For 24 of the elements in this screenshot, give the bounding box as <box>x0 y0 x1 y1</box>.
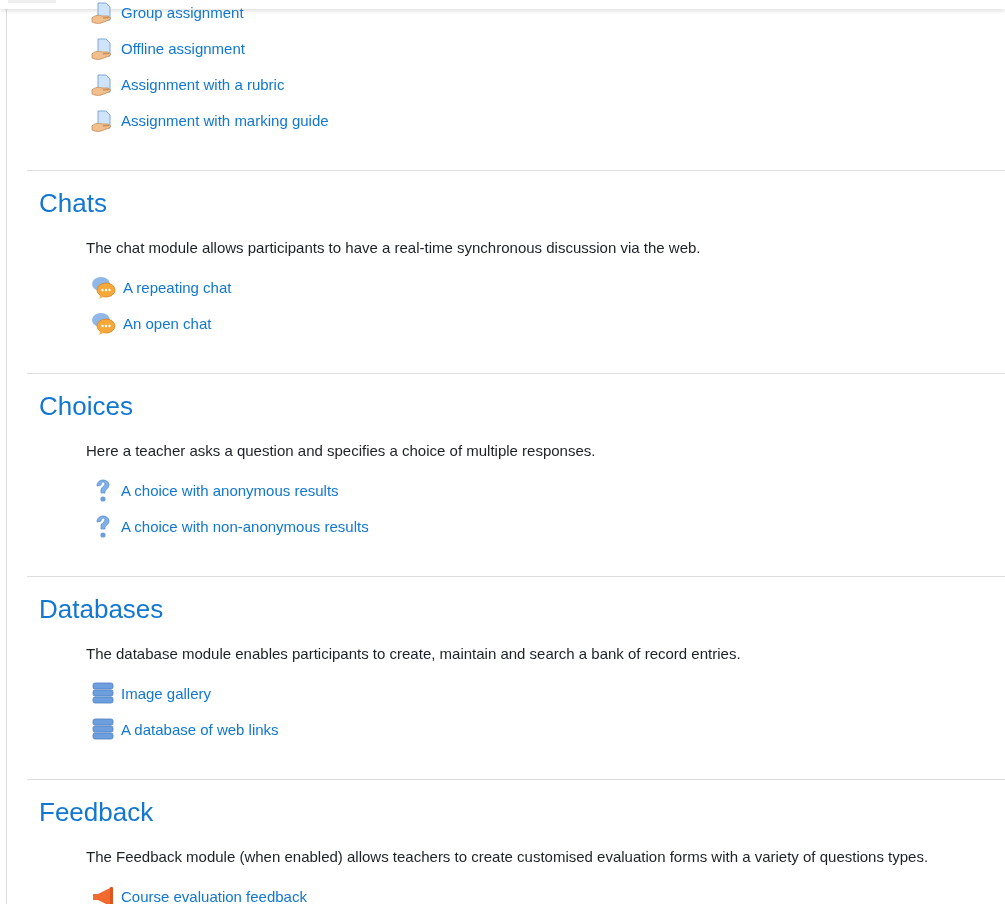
database-icon <box>91 682 115 706</box>
section-heading: Choices <box>38 390 134 422</box>
activity-link[interactable]: Offline assignment <box>121 37 245 61</box>
activity-link[interactable]: Assignment with marking guide <box>121 109 329 133</box>
chat-bubbles-icon <box>91 312 117 336</box>
section-heading: Feedback <box>38 796 155 828</box>
activity-link[interactable]: An open chat <box>123 312 212 336</box>
section-description: The Feedback module (when enabled) allows teachers to create customised evaluation forms with a variety of questions types. <box>86 847 930 867</box>
activity-link[interactable]: Assignment with a rubric <box>121 73 285 97</box>
section-heading: Databases <box>38 593 165 625</box>
megaphone-icon <box>91 885 115 904</box>
section-description: Here a teacher asks a question and specifies a choice of multiple responses. <box>86 441 597 461</box>
chat-bubbles-icon <box>91 276 117 300</box>
activity-link[interactable]: A choice with non-anonymous results <box>121 515 369 539</box>
section-description: The chat module allows participants to have a real-time synchronous discussion via the web. <box>86 238 702 258</box>
database-icon <box>91 718 115 742</box>
activity-link[interactable]: A database of web links <box>121 718 279 742</box>
activity-link[interactable]: Group assignment <box>121 1 244 25</box>
activity-link[interactable]: Course evaluation feedback <box>121 885 307 904</box>
activity-link[interactable]: A choice with anonymous results <box>121 479 339 503</box>
section-description: The database module enables participants to create, maintain and search a bank of record entries. <box>86 644 742 664</box>
activity-link[interactable]: A repeating chat <box>123 276 232 300</box>
section-heading: Chats <box>38 187 108 219</box>
activity-link[interactable]: Image gallery <box>121 682 212 706</box>
